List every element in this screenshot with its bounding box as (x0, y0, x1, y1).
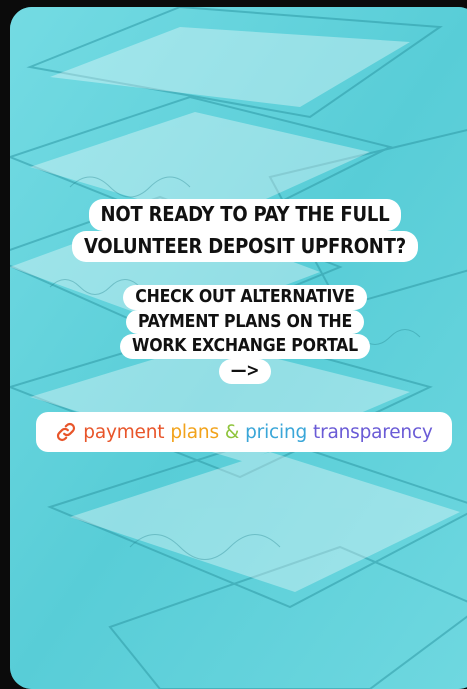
headline-caption: NOT READY TO PAY THE FULL VOLUNTEER DEPO… (55, 199, 435, 263)
headline-line-1: NOT READY TO PAY THE FULL (88, 199, 402, 231)
subtext-arrow: —> (218, 358, 272, 384)
subtext-line-3: WORK EXCHANGE PORTAL (120, 334, 370, 359)
subtext-caption: CHECK OUT ALTERNATIVE PAYMENT PLANS ON T… (95, 285, 395, 384)
link-word-1: payment (83, 421, 165, 443)
link-word-3: & (224, 421, 240, 443)
subtext-line-2: PAYMENT PLANS ON THE (125, 309, 365, 335)
link-word-2: plans (170, 421, 219, 443)
link-word-5: transparency (313, 421, 433, 443)
link-icon (55, 421, 77, 443)
link-word-4: pricing (245, 421, 308, 443)
story-frame: NOT READY TO PAY THE FULL VOLUNTEER DEPO… (10, 7, 467, 689)
headline-line-2: VOLUNTEER DEPOSIT UPFRONT? (72, 230, 418, 263)
subtext-line-1: CHECK OUT ALTERNATIVE (123, 285, 367, 310)
link-sticker[interactable]: payment plans & pricing transparency (36, 412, 452, 452)
